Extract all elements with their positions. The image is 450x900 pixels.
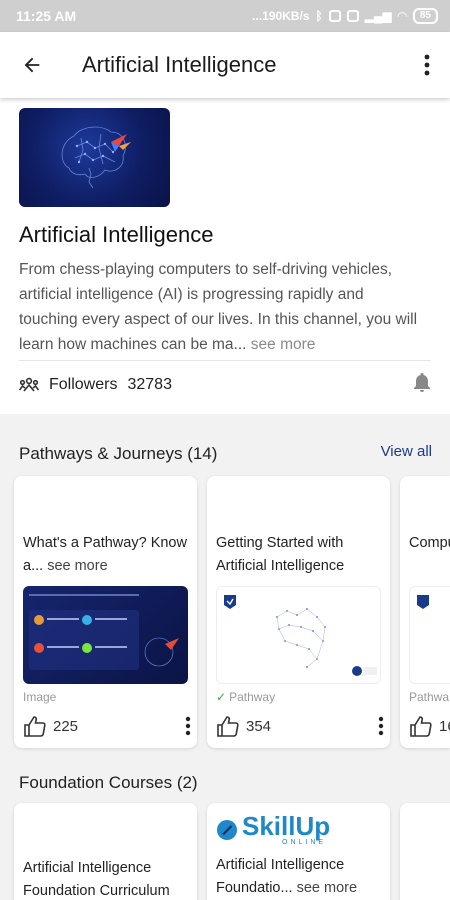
- card-image: [409, 586, 450, 684]
- followers-icon: [19, 377, 39, 392]
- followers-row: Followers 32783: [19, 370, 431, 400]
- back-button[interactable]: [0, 32, 64, 98]
- pathway-preview-icon: [224, 595, 377, 676]
- skillup-logo: SkillUp ONLINE: [216, 813, 330, 846]
- card-type-label: Pathway: [229, 690, 276, 704]
- card-image: [216, 586, 381, 684]
- channel-description: From chess-playing computers to self-dri…: [19, 257, 419, 357]
- card-type-label: Image: [23, 690, 57, 704]
- check-icon: ✓: [216, 690, 227, 704]
- brain-icon: [61, 126, 131, 189]
- thumbs-up-icon[interactable]: [409, 715, 433, 737]
- status-time: 11:25 AM: [16, 8, 77, 24]
- view-all-link[interactable]: View all: [381, 443, 432, 460]
- overflow-menu-button[interactable]: [404, 32, 450, 98]
- notification-bell-button[interactable]: [413, 372, 431, 398]
- page-title: Artificial Intelligence: [82, 52, 277, 77]
- card-type: Pathwa: [409, 690, 449, 704]
- pathways-heading: Pathways & Journeys (14): [19, 444, 218, 463]
- card-title-text: Artificial Intelligence Foundation Curri…: [23, 860, 170, 899]
- card-type: ✓ Pathway: [216, 690, 275, 704]
- card-title: Artificial Intelligence Foundation Curri…: [23, 857, 193, 900]
- see-more-link[interactable]: see more: [47, 558, 107, 574]
- bluetooth-icon: ᛒ: [315, 9, 323, 23]
- see-more-link[interactable]: see more: [251, 336, 316, 353]
- card-menu-icon[interactable]: [185, 716, 191, 736]
- divider: [19, 360, 431, 361]
- card-title-text: Getting Started with Artificial Intellig…: [216, 535, 345, 574]
- channel-title: Artificial Intelligence: [19, 222, 214, 247]
- pathway-card[interactable]: Getting Started with Artificial Intellig…: [207, 476, 390, 748]
- card-title: Compu: [409, 532, 450, 555]
- card-footer: 354: [216, 712, 384, 740]
- app-bar: Artificial Intelligence: [0, 32, 450, 98]
- card-title-text: Compu: [409, 535, 450, 551]
- card-type: Image: [23, 690, 56, 704]
- network-speed: ...190KB/s: [252, 9, 310, 23]
- signal-icon: ▂▄▆: [364, 9, 392, 23]
- course-card[interactable]: Artificial Intelligence Foundation Curri…: [14, 803, 197, 900]
- card-title: Getting Started with Artificial Intellig…: [216, 532, 386, 578]
- thumbs-up-icon[interactable]: [23, 715, 47, 737]
- card-footer: 225: [23, 712, 191, 740]
- see-more-link[interactable]: see more: [297, 880, 357, 896]
- skillup-logo-sub: ONLINE: [282, 839, 327, 846]
- pathway-card[interactable]: What's a Pathway? Know a... see more Ima…: [14, 476, 197, 748]
- card-type-label: Pathwa: [409, 690, 450, 704]
- sim-icon: [346, 10, 359, 22]
- pathway-preview-icon: [29, 594, 179, 670]
- like-count: 225: [53, 717, 79, 735]
- rocket-icon: [217, 819, 237, 840]
- back-arrow-icon: [24, 57, 40, 73]
- skillup-logo-text: SkillUp: [242, 811, 331, 841]
- battery-icon: 85: [412, 8, 438, 24]
- status-icons: ...190KB/s ᛒ ▂▄▆ ◠ 85: [252, 8, 438, 24]
- followers-label: Followers: [49, 376, 118, 393]
- card-footer: 16: [409, 712, 450, 740]
- kebab-menu-icon: [424, 54, 430, 76]
- wifi-icon: ◠: [397, 9, 407, 23]
- course-card[interactable]: [400, 803, 450, 900]
- like-count: 354: [246, 717, 272, 735]
- channel-thumbnail: [19, 108, 170, 207]
- description-text: From chess-playing computers to self-dri…: [19, 261, 418, 353]
- shield-icon: [417, 595, 429, 609]
- bell-icon: [414, 372, 430, 392]
- pathway-card[interactable]: Compu Pathwa 16: [400, 476, 450, 748]
- card-title: What's a Pathway? Know a... see more: [23, 532, 193, 578]
- like-count: 16: [439, 717, 450, 735]
- alarm-icon: [328, 10, 341, 22]
- status-bar: 11:25 AM ...190KB/s ᛒ ▂▄▆ ◠ 85: [0, 0, 450, 32]
- card-menu-icon[interactable]: [378, 716, 384, 736]
- thumbs-up-icon[interactable]: [216, 715, 240, 737]
- channel-header: Artificial Intelligence From chess-playi…: [0, 98, 450, 414]
- card-image: [23, 586, 188, 684]
- card-title: Artificial Intelligence Foundatio... see…: [216, 854, 386, 900]
- foundation-heading: Foundation Courses (2): [19, 773, 198, 792]
- followers-count: 32783: [127, 376, 172, 393]
- course-card[interactable]: SkillUp ONLINE Artificial Intelligence F…: [207, 803, 390, 900]
